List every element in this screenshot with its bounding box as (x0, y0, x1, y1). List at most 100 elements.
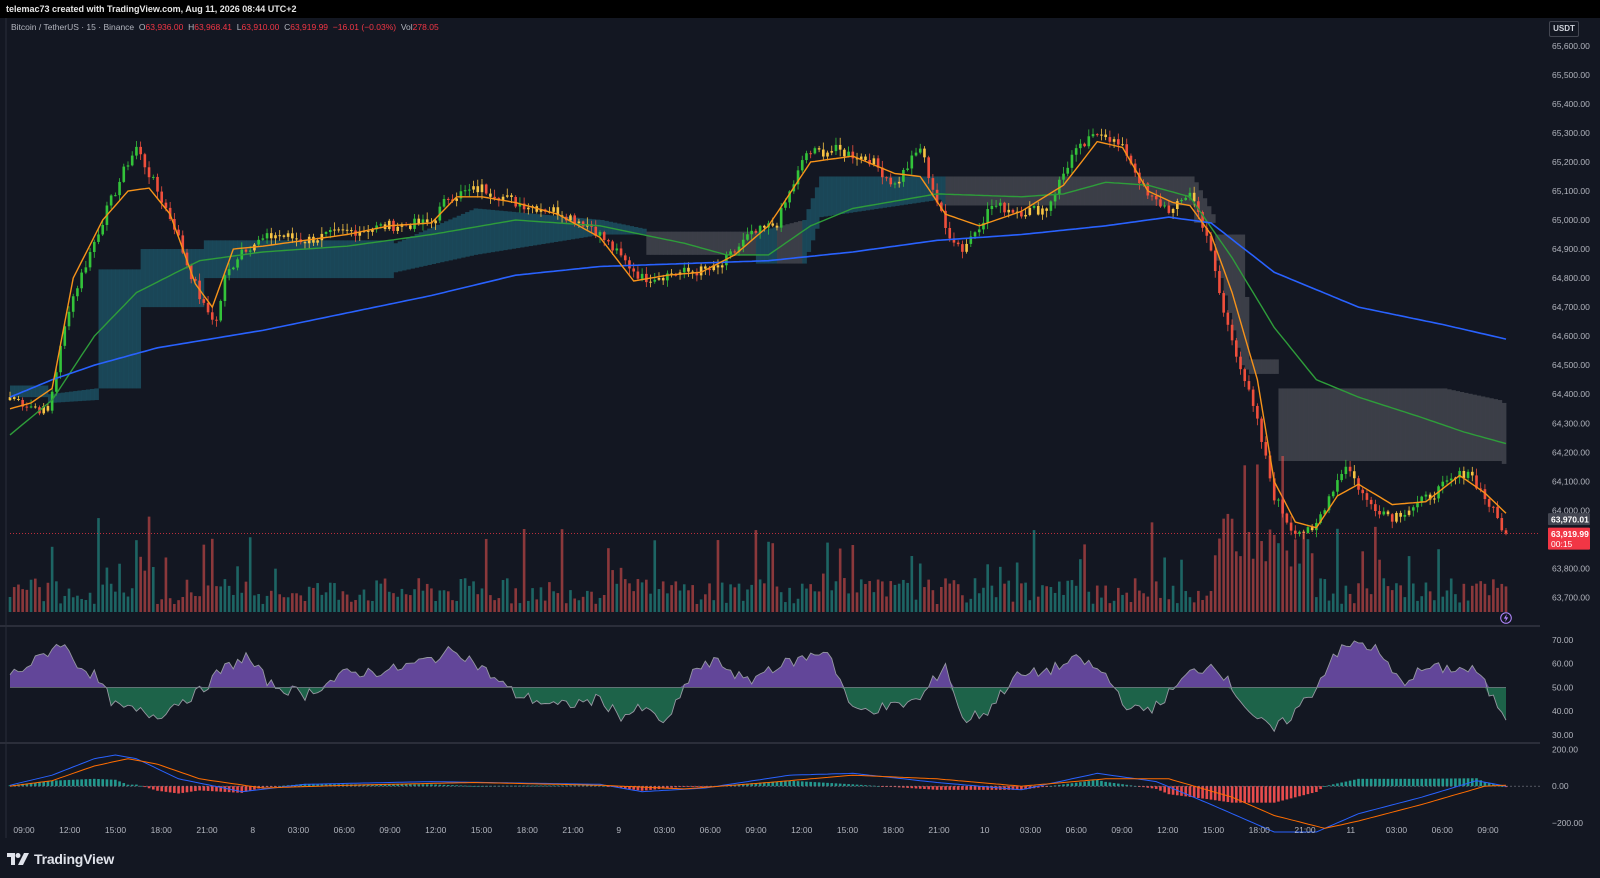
macd-hist-bar (248, 786, 252, 791)
cloud-segment (658, 231, 664, 255)
volume-bar (1171, 585, 1175, 612)
candle-body (206, 302, 210, 313)
volume-bar (1192, 602, 1196, 612)
volume-bar (1407, 556, 1411, 612)
candle (695, 268, 699, 282)
candle-body (248, 250, 252, 252)
symbol-name[interactable]: Bitcoin / TetherUS · 15 · Binance (11, 22, 134, 32)
volume-bar (173, 603, 176, 612)
cloud-segment (515, 212, 521, 249)
macd-hist-bar (71, 779, 75, 787)
volume-bar (914, 599, 918, 612)
volume-bar (468, 585, 471, 612)
candle (1390, 513, 1394, 529)
candle-body (1277, 499, 1280, 501)
volume-bar (185, 579, 189, 612)
cloud-segment (1248, 359, 1254, 374)
candle-body (1433, 498, 1436, 500)
cloud-segment (174, 249, 179, 308)
macd-hist-bar (923, 786, 926, 790)
time-tick-label: 12:00 (59, 825, 81, 835)
candle-body (1167, 205, 1171, 213)
cloud-segment (1425, 388, 1431, 462)
candle (1087, 129, 1091, 149)
candle (956, 240, 960, 247)
macd-hist-bar (1437, 778, 1440, 787)
candle-body (931, 178, 935, 190)
volume-bar (1327, 600, 1331, 612)
macd-hist-bar (1361, 778, 1365, 787)
volume-bar (1475, 583, 1478, 612)
cloud-segment (772, 227, 778, 264)
cloud-segment (650, 231, 656, 255)
candle-body (965, 243, 968, 252)
volume-bar (674, 581, 678, 612)
macd-hist-bar (1466, 778, 1470, 787)
macd-hist-bar (1281, 786, 1284, 801)
cloud-segment (1350, 388, 1355, 462)
macd-hist-bar (1336, 783, 1339, 787)
candle-body (628, 260, 631, 269)
candle-body (661, 277, 665, 281)
candle-body (687, 267, 690, 272)
candle (257, 235, 260, 247)
volume-bar (1133, 578, 1137, 612)
lightning-icon[interactable] (1500, 612, 1512, 624)
macd-hist-bar (1306, 786, 1310, 795)
macd-hist-bar (92, 778, 96, 787)
volume-bar (282, 597, 286, 612)
candle-body (1441, 481, 1445, 487)
macd-hist-bar (1289, 786, 1293, 799)
macd-hist-bar (1180, 786, 1183, 796)
candle-body (809, 153, 812, 155)
candle (151, 174, 155, 180)
cloud-segment (1223, 234, 1229, 296)
cloud-segment (1211, 214, 1216, 223)
candle (906, 161, 909, 172)
candle (876, 155, 880, 172)
candle (851, 145, 855, 164)
candle-body (822, 149, 825, 157)
cloud-segment (1295, 388, 1300, 462)
cloud-segment (688, 231, 694, 255)
volume-bar (379, 583, 383, 612)
candle-body (948, 227, 952, 239)
volume-bar (560, 529, 564, 612)
volume-bar (1205, 595, 1209, 612)
volume-bar (1163, 557, 1166, 612)
candle-body (598, 232, 602, 236)
volume-bar (1150, 522, 1154, 612)
volume-bar (817, 591, 821, 612)
volume-bar (1433, 600, 1436, 612)
volume-bar (872, 592, 876, 612)
macd-hist-bar (948, 786, 952, 790)
time-tick-label: 12:00 (1157, 825, 1179, 835)
candle (1175, 198, 1179, 216)
currency-button[interactable]: USDT (1549, 21, 1579, 37)
volume-bar (973, 578, 977, 612)
cloud-segment (26, 385, 32, 398)
chart-canvas[interactable]: 65,600.00 65,500.00 65,400.00 65,300.00 65,2… (0, 0, 1600, 878)
time-tick-label: 09:00 (379, 825, 401, 835)
candle-body (872, 158, 876, 165)
candle-body (1411, 507, 1415, 511)
cloud-segment (157, 249, 163, 308)
candle (1222, 290, 1225, 317)
macd-hist-bar (59, 780, 62, 787)
macd-hist-bar (940, 786, 943, 790)
volume-bar (1213, 555, 1217, 612)
macd-hist-bar (1104, 781, 1107, 787)
tradingview-logo[interactable]: TradingView (7, 851, 114, 867)
macd-hist-bar (164, 786, 168, 792)
candle (687, 262, 690, 277)
volume-bar (564, 603, 568, 612)
candle-body (223, 275, 227, 301)
candle (337, 227, 341, 233)
volume-bar (864, 584, 867, 612)
volume-bar (1310, 553, 1314, 612)
volume-bar (855, 592, 859, 612)
volume-bar (1049, 587, 1053, 612)
macd-hist-bar (1327, 785, 1331, 787)
candle (1424, 491, 1428, 502)
cloud-segment (414, 234, 420, 268)
